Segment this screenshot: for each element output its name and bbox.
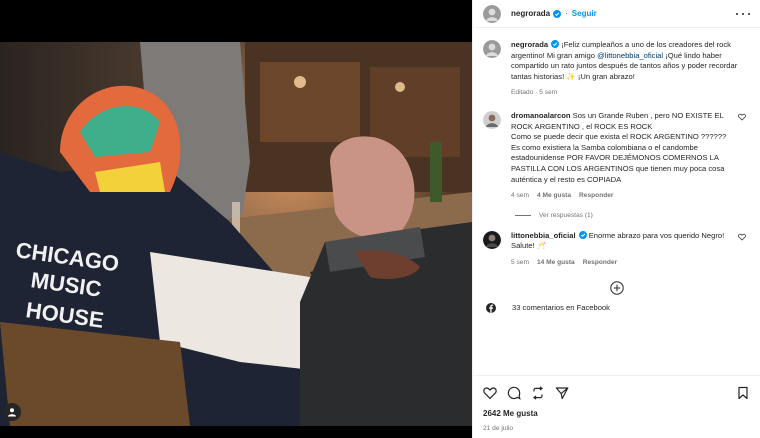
post-date[interactable]: 21 de julio (473, 421, 760, 438)
avatar[interactable] (483, 230, 501, 249)
user-icon (8, 408, 16, 417)
instagram-post-modal: CHICAGO MUSIC HOUSE negrorada · Seguir n… (0, 0, 760, 438)
comment-username[interactable]: littonebbia_oficial (511, 231, 576, 240)
comment-meta: 4 sem 4 Me gusta Responder (511, 191, 743, 202)
heart-icon[interactable] (738, 113, 746, 121)
post-header: negrorada · Seguir (473, 0, 760, 28)
comment-time: 5 sem (511, 258, 529, 266)
post-media[interactable]: CHICAGO MUSIC HOUSE (0, 0, 472, 438)
caption-username[interactable]: negrorada (511, 40, 548, 49)
like-heart-icon[interactable] (483, 386, 497, 400)
repost-icon[interactable] (531, 385, 545, 400)
post-side-panel: negrorada · Seguir negrorada ¡Feliz cump… (472, 0, 760, 438)
caption-meta: Editado · 5 sem (511, 88, 743, 99)
avatar[interactable] (483, 110, 501, 129)
load-more-comments-icon[interactable] (609, 280, 624, 295)
avatar[interactable] (483, 40, 501, 58)
replies-divider (515, 214, 531, 216)
separator-dot: · (565, 9, 568, 18)
post-username[interactable]: negrorada (511, 9, 550, 18)
action-bar (473, 375, 760, 409)
reply-button[interactable]: Responder (579, 191, 613, 202)
post-photo: CHICAGO MUSIC HOUSE (0, 42, 472, 426)
comment-item: dromanoalarcon Sos un Grande Ruben , per… (483, 110, 750, 202)
bookmark-icon[interactable] (736, 386, 750, 400)
avatar[interactable] (483, 4, 501, 23)
comment-item: littonebbia_oficial Enorme abrazo para v… (483, 230, 750, 269)
caption-mention-link[interactable]: @littonebbia_oficial (597, 51, 663, 60)
more-options-icon[interactable] (736, 9, 750, 19)
tagged-users-button[interactable] (3, 403, 21, 421)
comment-icon[interactable] (507, 386, 521, 400)
comments-list: negrorada ¡Feliz cumpleaños a uno de los… (473, 28, 760, 375)
facebook-icon (486, 302, 496, 313)
caption-edited-time: Editado · 5 sem (511, 89, 558, 97)
comment-time: 4 sem (511, 192, 529, 200)
comment-username[interactable]: dromanoalarcon (511, 111, 571, 120)
heart-icon[interactable] (738, 233, 746, 241)
verified-badge-icon (578, 230, 587, 239)
comment-likes-link[interactable]: 4 Me gusta (537, 191, 571, 202)
follow-button[interactable]: Seguir (572, 9, 597, 18)
facebook-comments-label: 33 comentarios en Facebook (512, 303, 610, 312)
comment-meta: 5 sem 14 Me gusta Responder (511, 258, 743, 269)
reply-button[interactable]: Responder (583, 258, 617, 269)
caption-item: negrorada ¡Feliz cumpleaños a uno de los… (483, 40, 750, 99)
facebook-comments-link[interactable]: 33 comentarios en Facebook (483, 302, 750, 313)
comment-likes-link[interactable]: 14 Me gusta (537, 258, 575, 269)
view-replies-button[interactable]: Ver respuestas (1) (515, 212, 750, 219)
view-replies-label: Ver respuestas (1) (539, 211, 593, 219)
verified-badge-icon (553, 9, 562, 18)
comment-text: Sos un Grande Ruben , pero NO EXISTE EL … (511, 110, 727, 184)
verified-badge-icon (551, 40, 560, 48)
likes-count[interactable]: 2642 Me gusta (473, 409, 760, 421)
share-icon[interactable] (555, 386, 569, 400)
